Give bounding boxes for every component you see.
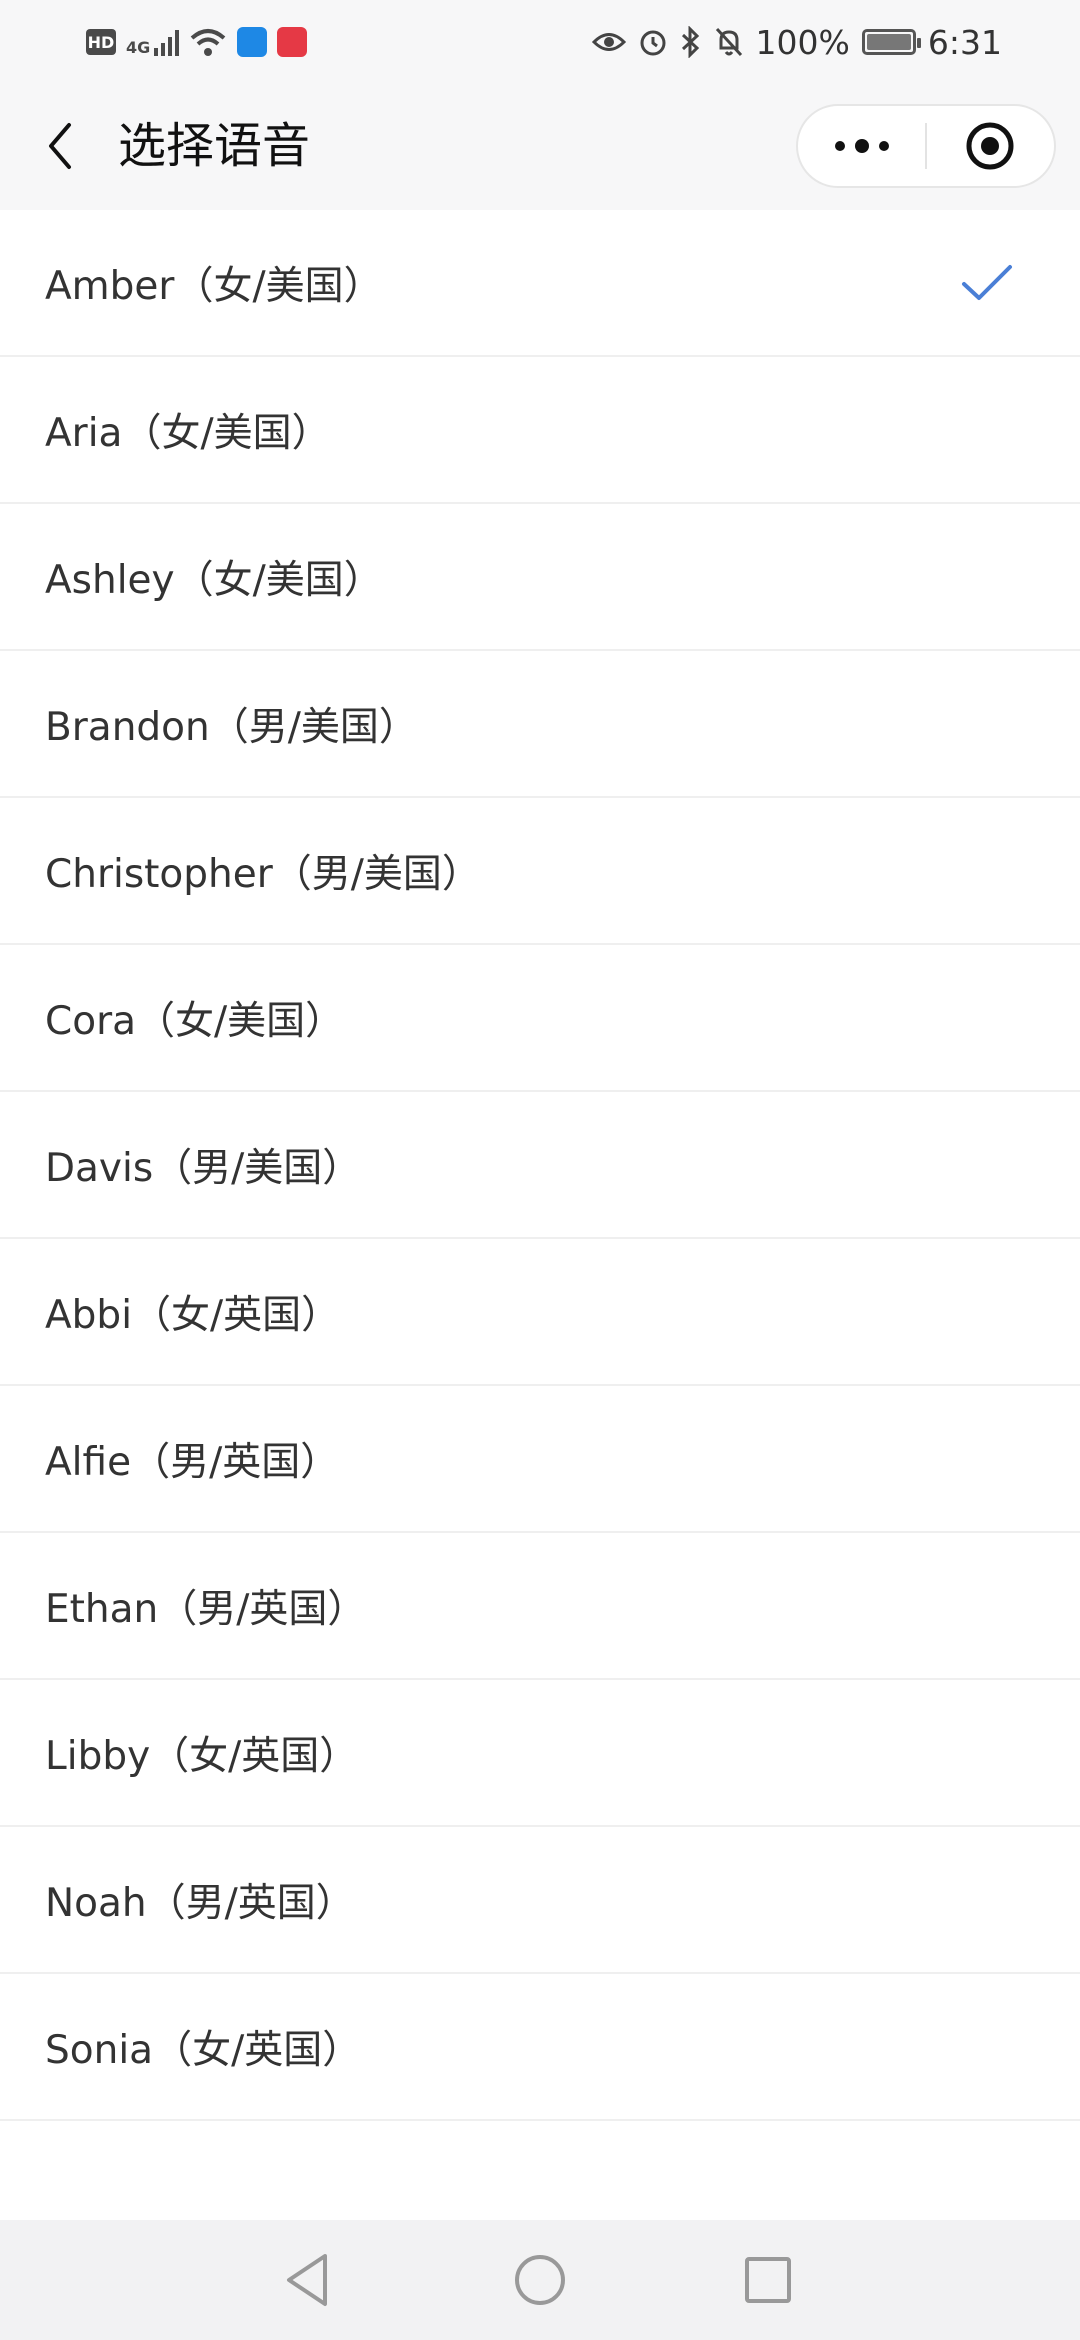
page-title: 选择语音 — [118, 118, 311, 174]
voice-option-row[interactable]: Brandon（男/美国） — [0, 651, 1080, 798]
voice-option-label: Noah（男/英国） — [45, 1880, 355, 1926]
back-button[interactable] — [30, 110, 90, 182]
more-dots-icon — [834, 139, 889, 153]
voice-option-label: Cora（女/美国） — [45, 998, 345, 1044]
4g-signal-icon: 4G — [126, 28, 180, 57]
voice-option-label: Amber（女/美国） — [45, 263, 383, 309]
hd-label: HD — [87, 32, 115, 52]
voice-option-label: Aria（女/美国） — [45, 410, 331, 456]
voice-option-row[interactable]: Ashley（女/美国） — [0, 504, 1080, 651]
battery-fill — [866, 34, 911, 50]
nav-back-button[interactable] — [272, 2244, 344, 2316]
bluetooth-icon — [681, 26, 699, 58]
back-triangle-icon — [287, 2254, 327, 2306]
status-right-icons: 100% 6:31 — [591, 20, 1002, 64]
battery-icon — [861, 29, 921, 55]
voice-option-row[interactable]: Aria（女/美国） — [0, 357, 1080, 504]
voice-option-label: Libby（女/英国） — [45, 1733, 359, 1779]
voice-option-row[interactable]: Sonia（女/英国） — [0, 1974, 1080, 2121]
voice-option-label: Christopher（男/美国） — [45, 851, 481, 897]
voice-option-label: Ethan（男/英国） — [45, 1586, 367, 1632]
voice-option-row[interactable]: Christopher（男/美国） — [0, 798, 1080, 945]
voice-list: Amber（女/美国） Aria（女/美国） Ashley（女/美国） Brandon… — [0, 210, 1080, 2121]
target-close-icon — [966, 122, 1014, 170]
shield-app-icon — [237, 27, 268, 57]
voice-option-label: Alfie（男/英国） — [45, 1439, 340, 1485]
checkmark-icon — [962, 264, 1012, 300]
voice-option-row[interactable]: Noah（男/英国） — [0, 1827, 1080, 1974]
voice-option-row[interactable]: Libby（女/英国） — [0, 1680, 1080, 1827]
recents-square-icon — [745, 2257, 791, 2303]
voice-option-row[interactable]: Amber（女/美国） — [0, 210, 1080, 357]
voice-option-label: Abbi（女/英国） — [45, 1292, 341, 1338]
voice-option-row[interactable]: Abbi（女/英国） — [0, 1239, 1080, 1386]
mute-bell-icon — [715, 27, 742, 57]
more-button[interactable] — [798, 106, 925, 186]
voice-option-row[interactable]: Cora（女/美国） — [0, 945, 1080, 1092]
status-bar: HD 4G 100% 6:31 — [0, 0, 1080, 82]
voice-option-row[interactable]: Davis（男/美国） — [0, 1092, 1080, 1239]
hd-icon: HD — [86, 29, 116, 55]
voice-option-row[interactable]: Alfie（男/英国） — [0, 1386, 1080, 1533]
system-nav-bar — [0, 2220, 1080, 2340]
title-bar: 选择语音 — [0, 82, 1080, 210]
voice-option-label: Davis（男/美国） — [45, 1145, 362, 1191]
voice-option-row[interactable]: Ethan（男/英国） — [0, 1533, 1080, 1680]
nav-recents-button[interactable] — [732, 2244, 804, 2316]
wifi-icon — [190, 29, 226, 56]
status-left-icons: HD 4G — [86, 20, 308, 64]
nav-home-button[interactable] — [504, 2244, 576, 2316]
network-label: 4G — [126, 38, 151, 57]
alarm-icon — [640, 30, 666, 56]
eye-icon — [591, 33, 626, 51]
chevron-left-icon — [49, 123, 71, 169]
voice-option-label: Brandon（男/美国） — [45, 704, 418, 750]
close-button[interactable] — [927, 106, 1054, 186]
red-app-icon — [277, 27, 308, 57]
clock: 6:31 — [927, 22, 1002, 62]
battery-percent: 100% — [755, 22, 850, 62]
voice-option-label: Sonia（女/英国） — [45, 2027, 362, 2073]
voice-option-label: Ashley（女/美国） — [45, 557, 383, 603]
mini-program-capsule — [796, 104, 1056, 188]
home-circle-icon — [515, 2255, 565, 2305]
